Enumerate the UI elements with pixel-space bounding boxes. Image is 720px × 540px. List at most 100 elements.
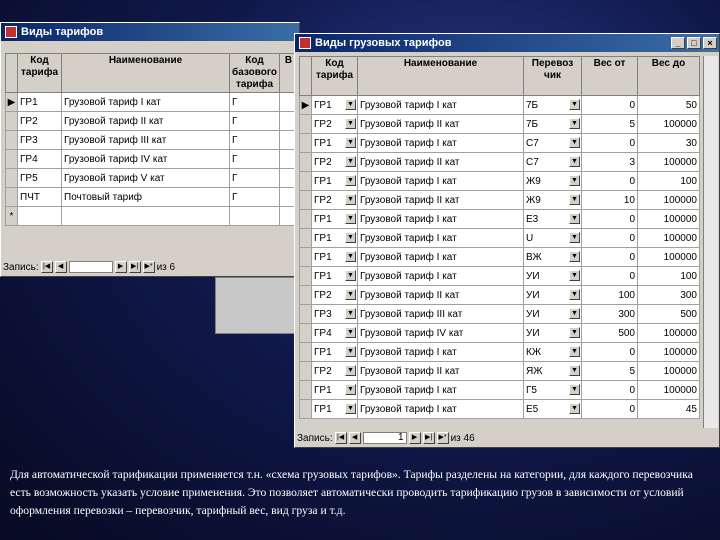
row-selector[interactable]: [299, 380, 312, 400]
prev-record-button[interactable]: ◀: [54, 261, 67, 273]
cell-weight-from[interactable]: 0: [581, 399, 638, 419]
cell-carrier[interactable]: Ж9 ▼: [523, 171, 582, 191]
cell-base-code[interactable]: Г: [229, 130, 280, 150]
dropdown-arrow-icon[interactable]: ▼: [569, 194, 580, 205]
dropdown-arrow-icon[interactable]: ▼: [569, 308, 580, 319]
cell-base-code[interactable]: Г: [229, 92, 280, 112]
cell-weight-to[interactable]: 100000: [637, 342, 700, 362]
dropdown-arrow-icon[interactable]: ▼: [569, 365, 580, 376]
cell-code[interactable]: ГР2 ▼: [311, 114, 358, 134]
cell-name[interactable]: Грузовой тариф III кат: [357, 304, 524, 324]
cell-code[interactable]: ГР1 ▼: [311, 133, 358, 153]
dropdown-arrow-icon[interactable]: ▼: [569, 327, 580, 338]
cell-name[interactable]: Грузовой тариф I кат: [357, 133, 524, 153]
cell-code[interactable]: ГР1 ▼: [311, 209, 358, 229]
dropdown-arrow-icon[interactable]: ▼: [569, 156, 580, 167]
cell-code[interactable]: ГР4: [17, 149, 62, 169]
cell-code[interactable]: ГР3: [17, 130, 62, 150]
row-selector[interactable]: [299, 399, 312, 419]
dropdown-arrow-icon[interactable]: ▼: [569, 289, 580, 300]
cell-carrier[interactable]: Е3 ▼: [523, 209, 582, 229]
cell-carrier[interactable]: УИ ▼: [523, 304, 582, 324]
cell-carrier[interactable]: Ж9 ▼: [523, 190, 582, 210]
table-row[interactable]: ▶ ГР1 Грузовой тариф I кат Г: [5, 92, 298, 112]
cell-name[interactable]: Грузовой тариф I кат: [357, 95, 524, 115]
cell-weight-from[interactable]: 0: [581, 209, 638, 229]
dropdown-arrow-icon[interactable]: ▼: [345, 137, 356, 148]
dropdown-arrow-icon[interactable]: ▼: [569, 118, 580, 129]
row-selector[interactable]: [299, 133, 312, 153]
dropdown-arrow-icon[interactable]: ▼: [345, 270, 356, 281]
cell-weight-to[interactable]: 100000: [637, 323, 700, 343]
cell-weight-from[interactable]: 0: [581, 95, 638, 115]
row-selector[interactable]: ▶: [5, 92, 18, 112]
cell-carrier[interactable]: С7 ▼: [523, 152, 582, 172]
cell-code[interactable]: ГР2: [17, 111, 62, 131]
first-record-button[interactable]: |◀: [334, 432, 347, 444]
dropdown-arrow-icon[interactable]: ▼: [345, 118, 356, 129]
new-record-button[interactable]: ▶*: [142, 261, 155, 273]
cell-weight-to[interactable]: 500: [637, 304, 700, 324]
dropdown-arrow-icon[interactable]: ▼: [569, 137, 580, 148]
row-selector[interactable]: [5, 149, 18, 169]
cell-weight-to[interactable]: 100000: [637, 114, 700, 134]
col-header-weight-to[interactable]: Вес до: [637, 56, 700, 96]
cell-carrier[interactable]: УИ ▼: [523, 323, 582, 343]
cell-code[interactable]: ГР1 ▼: [311, 380, 358, 400]
dropdown-arrow-icon[interactable]: ▼: [569, 213, 580, 224]
dropdown-arrow-icon[interactable]: ▼: [569, 384, 580, 395]
cell-code[interactable]: ГР2 ▼: [311, 152, 358, 172]
row-selector[interactable]: [299, 266, 312, 286]
dropdown-arrow-icon[interactable]: ▼: [345, 213, 356, 224]
cell-code[interactable]: ГР1 ▼: [311, 171, 358, 191]
col-header-code[interactable]: Код тарифа: [311, 56, 358, 96]
cell-carrier[interactable]: ВЖ ▼: [523, 247, 582, 267]
dropdown-arrow-icon[interactable]: ▼: [345, 346, 356, 357]
col-header-code[interactable]: Код тарифа: [17, 53, 62, 93]
table-row[interactable]: ГР2 Грузовой тариф II кат Г: [5, 111, 298, 131]
dropdown-arrow-icon[interactable]: ▼: [569, 270, 580, 281]
cell-name[interactable]: Грузовой тариф I кат: [357, 171, 524, 191]
record-number-input[interactable]: 1: [362, 432, 407, 444]
cell-name[interactable]: Грузовой тариф I кат: [357, 247, 524, 267]
titlebar[interactable]: Виды тарифов: [1, 23, 299, 41]
col-header-carrier[interactable]: Перевоз чик: [523, 56, 582, 96]
row-selector-header[interactable]: [299, 56, 312, 96]
cell-carrier[interactable]: Е5 ▼: [523, 399, 582, 419]
row-selector[interactable]: [5, 168, 18, 188]
table-row[interactable]: ГР2 ▼ Грузовой тариф II кат Ж9 ▼ 10 100000: [299, 190, 700, 210]
cell-code[interactable]: ГР1 ▼: [311, 95, 358, 115]
col-header-weight-from[interactable]: Вес от: [581, 56, 638, 96]
next-record-button[interactable]: ▶: [408, 432, 421, 444]
cell-weight-to[interactable]: 100: [637, 171, 700, 191]
dropdown-arrow-icon[interactable]: ▼: [345, 175, 356, 186]
cell-weight-from[interactable]: 10: [581, 190, 638, 210]
vertical-scrollbar[interactable]: [703, 56, 718, 428]
row-selector[interactable]: [299, 361, 312, 381]
cell-weight-to[interactable]: 100: [637, 266, 700, 286]
cell-weight-to[interactable]: 300: [637, 285, 700, 305]
cell-code[interactable]: ГР5: [17, 168, 62, 188]
cell-code[interactable]: [17, 206, 62, 226]
row-selector[interactable]: [299, 152, 312, 172]
cell-name[interactable]: Грузовой тариф II кат: [357, 152, 524, 172]
cell-code[interactable]: ГР2 ▼: [311, 190, 358, 210]
col-header-base-code[interactable]: Код базового тарифа: [229, 53, 280, 93]
cell-name[interactable]: Грузовой тариф II кат: [357, 114, 524, 134]
dropdown-arrow-icon[interactable]: ▼: [569, 99, 580, 110]
cell-name[interactable]: Грузовой тариф II кат: [357, 361, 524, 381]
cell-code[interactable]: ГР1 ▼: [311, 266, 358, 286]
close-button[interactable]: ×: [703, 37, 717, 49]
cell-weight-to[interactable]: 100000: [637, 190, 700, 210]
row-selector[interactable]: [299, 171, 312, 191]
row-selector[interactable]: [299, 285, 312, 305]
dropdown-arrow-icon[interactable]: ▼: [345, 384, 356, 395]
cell-code[interactable]: ГР1 ▼: [311, 228, 358, 248]
cell-base-code[interactable]: Г: [229, 168, 280, 188]
cell-code[interactable]: ПЧТ: [17, 187, 62, 207]
col-header-name[interactable]: Наименование: [61, 53, 230, 93]
last-record-button[interactable]: ▶|: [128, 261, 141, 273]
row-selector[interactable]: [5, 111, 18, 131]
cell-name[interactable]: Грузовой тариф IV кат: [61, 149, 230, 169]
cell-weight-from[interactable]: 0: [581, 247, 638, 267]
